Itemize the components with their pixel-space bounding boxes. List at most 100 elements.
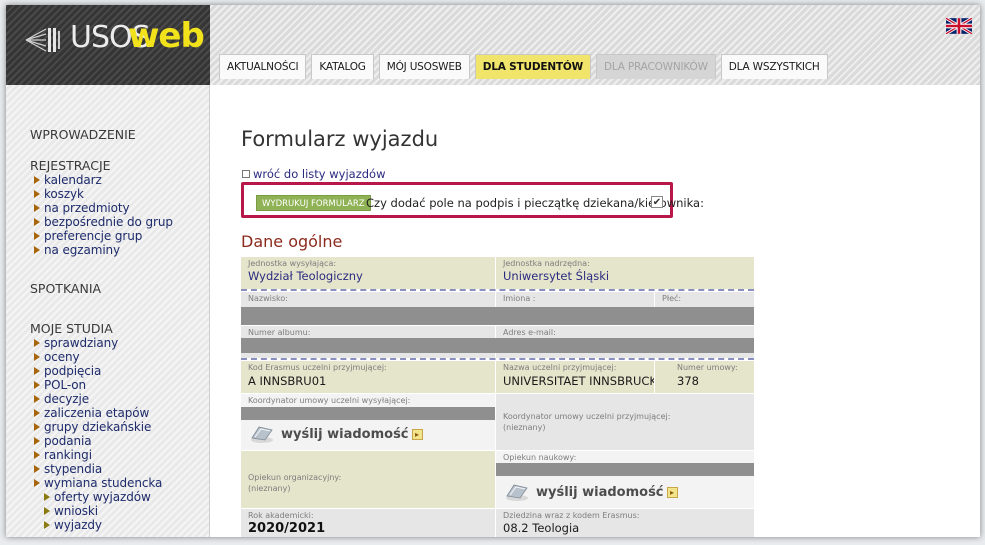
host-name-label: Nazwa uczelni przyjmującej: [503, 363, 617, 372]
bullet-icon [34, 437, 40, 445]
field-label: Dziedzina wraz z kodem Erasmus: [503, 511, 640, 520]
sidebar-item-oceny[interactable]: oceny [34, 350, 80, 364]
coordinator-sending-cell: Koordynator umowy uczelni wysyłającej: w… [241, 394, 495, 450]
bullet-icon [34, 339, 40, 347]
sidebar-item-podpiecia[interactable]: podpięcia [34, 364, 101, 378]
sidebar-item-decyzje[interactable]: decyzje [34, 392, 89, 406]
sending-unit-value[interactable]: Wydział Teologiczny [248, 269, 363, 283]
academic-year-value: 2020/2021 [248, 521, 326, 536]
sidebar-subitem-oferty-wyjazdow[interactable]: oferty wyjazdów [44, 490, 151, 504]
bullet-icon [34, 465, 40, 473]
bullet-icon [34, 423, 40, 431]
sidebar-rejestracje-heading[interactable]: REJESTRACJE [30, 158, 111, 173]
academic-year-cell: Rok akademicki: 2020/2021 [241, 509, 495, 537]
bullet-icon [44, 507, 50, 515]
sidebar-item-koszyk[interactable]: koszyk [34, 187, 84, 201]
back-arrow-icon [242, 170, 250, 178]
sidebar-item-rankingi[interactable]: rankingi [34, 448, 92, 462]
bullet-icon [34, 232, 40, 240]
erasmus-code-value: A INNSBRU01 [248, 374, 327, 388]
parent-unit-cell: Jednostka nadrzędna: Uniwersytet Śląski [496, 257, 754, 289]
arrow-right-icon: ▸ [411, 428, 423, 440]
bullet-icon [44, 493, 50, 501]
arrow-right-icon: ▸ [666, 486, 678, 498]
separator [241, 358, 754, 360]
bullet-icon [34, 353, 40, 361]
org-tutor-value: (nieznany) [248, 484, 291, 493]
sidebar-subitem-wnioski[interactable]: wnioski [44, 504, 98, 518]
sidebar-item-sprawdziany[interactable]: sprawdziany [34, 336, 118, 350]
sidebar-item-wymiana-studencka[interactable]: wymiana studencka [34, 476, 162, 490]
sidebar-moje-studia-heading[interactable]: MOJE STUDIA [30, 321, 113, 336]
sidebar-spotkania[interactable]: SPOTKANIA [30, 281, 101, 296]
bullet-icon [34, 395, 40, 403]
envelope-icon [506, 484, 528, 501]
parent-unit-value[interactable]: Uniwersytet Śląski [503, 269, 609, 283]
sidebar-item-grupy-dziekanskie[interactable]: grupy dziekańskie [34, 420, 151, 434]
bullet-icon [44, 521, 50, 529]
sidebar-wprowadzenie[interactable]: WPROWADZENIE [30, 127, 136, 142]
agreement-number-cell: Numer umowy: 378 [655, 361, 754, 393]
album-label: Numer albumu: [248, 328, 311, 337]
sci-tutor-cell: Opiekun naukowy: wyślij wiadomość ▸ [496, 451, 754, 508]
envelope-icon [251, 426, 273, 443]
sidebar-item-bezposrednie-do-grup[interactable]: bezpośrednie do grup [34, 215, 173, 229]
bullet-icon [34, 381, 40, 389]
section-title: Dane ogólne [241, 232, 343, 251]
print-form-button[interactable]: WYDRUKUJ FORMULARZ [256, 195, 371, 211]
surname-label: Nazwisko: [248, 294, 288, 303]
sidebar-item-stypendia[interactable]: stypendia [34, 462, 102, 476]
sidebar-item-preferencje-grup[interactable]: preferencje grup [34, 229, 142, 243]
tab-dla-wszystkich[interactable]: DLA WSZYSTKICH [720, 54, 828, 79]
coordinator-host-label: Koordynator umowy uczelni przyjmującej: [503, 412, 671, 421]
host-name-value: UNIVERSITAET INNSBRUCK [503, 374, 654, 388]
page-title: Formularz wyjazdu [241, 127, 439, 151]
bullet-icon [34, 218, 40, 226]
tab-dla-studentow[interactable]: DLA STUDENTÓW [474, 54, 591, 79]
logo[interactable]: USOS web [6, 5, 210, 85]
field-value: 08.2 Teologia [503, 521, 580, 535]
bullet-icon [34, 176, 40, 184]
send-message-label: wyślij wiadomość [281, 426, 409, 442]
uk-flag-icon[interactable] [946, 18, 972, 34]
parent-unit-label: Jednostka nadrzędna: [503, 259, 590, 268]
bullet-icon [34, 451, 40, 459]
tab-katalog[interactable]: KATALOG [311, 54, 374, 79]
sex-label: Płeć: [662, 294, 682, 303]
sidebar-item-na-przedmioty[interactable]: na przedmioty [34, 201, 130, 215]
bullet-icon [34, 409, 40, 417]
coordinator-host-cell: Koordynator umowy uczelni przyjmującej: … [496, 394, 754, 450]
usos-logo-icon [25, 28, 60, 52]
tab-aktualnosci[interactable]: AKTUALNOŚCI [219, 54, 307, 79]
screenshot-frame: USOS web AKTUALNOŚCI KATALOG MÓJ USOSWEB… [6, 5, 980, 537]
org-tutor-label: Opiekun organizacyjny: [248, 473, 342, 482]
send-message-button[interactable]: wyślij wiadomość ▸ [249, 424, 423, 444]
org-tutor-cell: Opiekun organizacyjny: (nieznany) [241, 451, 495, 508]
main-content: Formularz wyjazdu wróć do listy wyjazdów… [211, 85, 980, 537]
sidebar-item-zaliczenia-etapow[interactable]: zaliczenia etapów [34, 406, 149, 420]
back-to-list-link[interactable]: wróć do listy wyjazdów [242, 167, 385, 181]
sidebar-item-kalendarz[interactable]: kalendarz [34, 173, 102, 187]
erasmus-code-label: Kod Erasmus uczelni przyjmującej: [248, 363, 387, 372]
signature-checkbox[interactable]: ✔ [651, 196, 663, 208]
redacted-bar [496, 463, 754, 476]
logo-text-web: web [128, 16, 205, 56]
main-nav: AKTUALNOŚCI KATALOG MÓJ USOSWEB DLA STUD… [219, 54, 828, 79]
academic-year-label: Rok akademicki: [248, 511, 314, 520]
bullet-icon [34, 190, 40, 198]
send-message-button[interactable]: wyślij wiadomość ▸ [504, 482, 678, 502]
tab-dla-pracownikow[interactable]: DLA PRACOWNIKÓW [595, 54, 716, 79]
coordinator-host-value: (nieznany) [503, 423, 546, 432]
tab-moj-usosweb[interactable]: MÓJ USOSWEB [378, 54, 470, 79]
sidebar-item-na-egzaminy[interactable]: na egzaminy [34, 243, 120, 257]
bullet-icon [34, 246, 40, 254]
sending-unit-cell: Jednostka wysyłająca: Wydział Teologiczn… [241, 257, 495, 289]
send-message-label: wyślij wiadomość [536, 484, 664, 500]
sidebar-item-pol-on[interactable]: POL-on [34, 378, 86, 392]
sidebar-subitem-wyjazdy[interactable]: wyjazdy [44, 518, 102, 532]
sci-tutor-label: Opiekun naukowy: [503, 453, 577, 462]
erasmus-code-cell: Kod Erasmus uczelni przyjmującej: A INNS… [241, 361, 495, 393]
agreement-number-label: Numer umowy: [677, 363, 738, 372]
sidebar-item-podania[interactable]: podania [34, 434, 92, 448]
sending-unit-label: Jednostka wysyłająca: [248, 259, 337, 268]
